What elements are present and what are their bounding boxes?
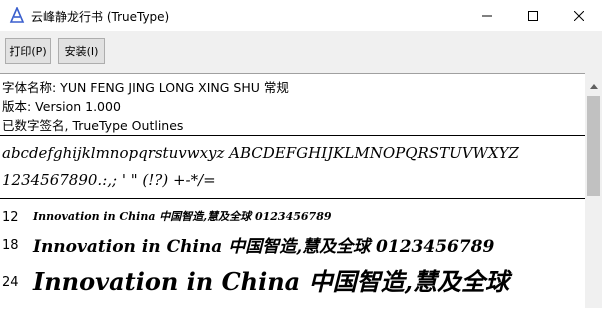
maximize-icon — [528, 6, 538, 25]
window-title: 云峰静龙行书 (TrueType) — [31, 10, 170, 24]
sample-size-label: 12 — [2, 210, 19, 225]
title-bar: 云峰静龙行书 (TrueType) — [0, 0, 602, 31]
font-version-text: 版本: Version 1.000 — [2, 99, 121, 114]
sample-size-label: 18 — [2, 238, 19, 253]
sample-text: Innovation in China 中国智造,慧及全球 0123456789 — [33, 210, 332, 223]
vertical-scrollbar[interactable] — [585, 73, 602, 308]
scrollbar-thumb[interactable] — [587, 96, 600, 196]
toolbar: 打印(P) 安装(I) — [0, 31, 602, 73]
divider — [0, 198, 585, 199]
maximize-button[interactable] — [510, 0, 556, 31]
install-button[interactable]: 安装(I) — [58, 38, 105, 64]
sample-text: Innovation in China 中国智造,慧及全球 — [33, 267, 509, 296]
font-name-text: 字体名称: YUN FENG JING LONG XING SHU 常规 — [2, 80, 289, 95]
close-icon — [573, 6, 585, 25]
font-app-icon — [9, 5, 25, 23]
font-preview-pane: 字体名称: YUN FENG JING LONG XING SHU 常规 版本:… — [0, 73, 585, 309]
scroll-up-button[interactable] — [585, 75, 602, 92]
charset-letters: abcdefghijklmnopqrstuvwxyz ABCDEFGHIJKLM… — [2, 144, 519, 162]
minimize-icon — [482, 6, 492, 25]
sample-size-label: 24 — [2, 275, 19, 290]
chevron-up-icon — [589, 74, 598, 93]
print-button[interactable]: 打印(P) — [5, 38, 51, 64]
charset-symbols: 1234567890.:,; ' " (!?) +-*/= — [2, 171, 216, 189]
font-signature-text: 已数字签名, TrueType Outlines — [2, 118, 184, 133]
close-button[interactable] — [556, 0, 602, 31]
minimize-button[interactable] — [464, 0, 510, 31]
divider — [0, 135, 585, 136]
sample-text: Innovation in China 中国智造,慧及全球 0123456789 — [33, 237, 495, 257]
